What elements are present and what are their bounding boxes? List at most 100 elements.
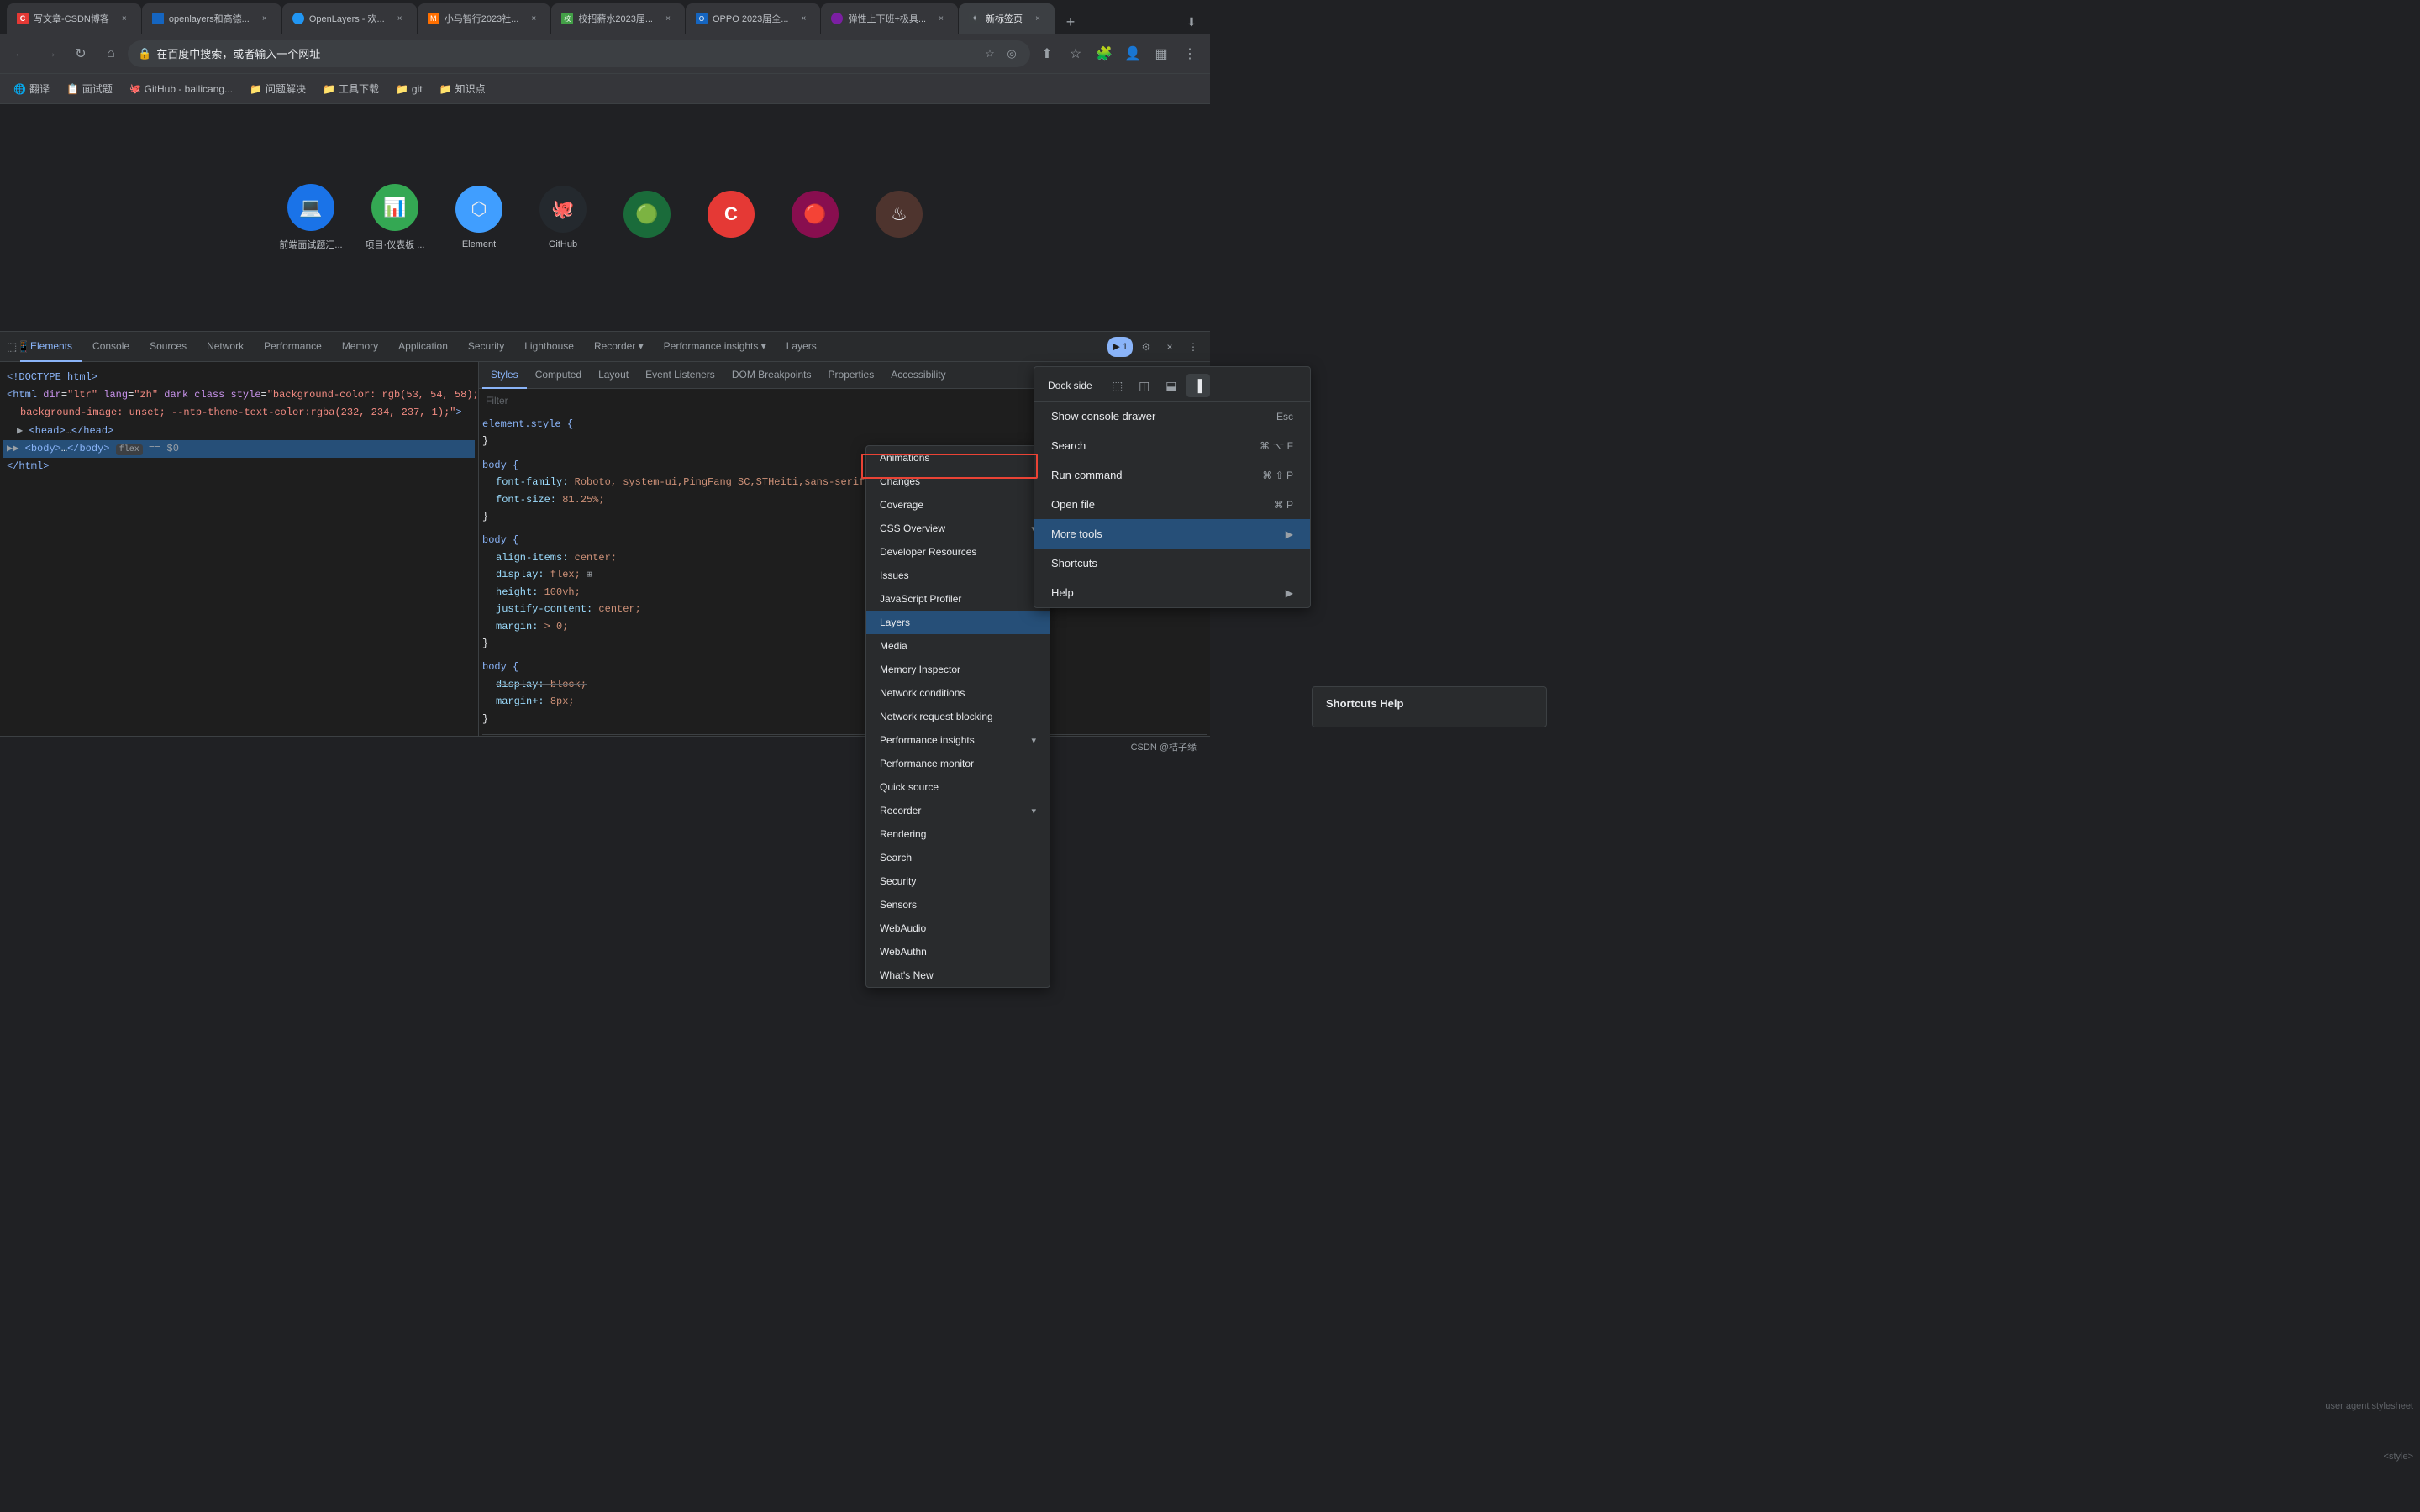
devtools-tab-recorder[interactable]: Recorder ▾ [584,332,654,362]
tab-close-xm[interactable]: × [527,12,540,25]
home-button[interactable]: ⌂ [97,40,124,67]
tab-school[interactable]: 校 校招薪水2023届... × [551,3,685,34]
html-line-head[interactable]: ▶ <head>…</head> [3,423,475,440]
bookmark-knowledge[interactable]: 📁 知识点 [433,78,492,99]
menu-item-whats-new[interactable]: What's New [866,963,1050,987]
bookmark-button[interactable]: ☆ [1062,40,1089,67]
menu-item-layers[interactable]: Layers [866,611,1050,634]
tab-search-button[interactable]: ⬇ [1180,10,1203,34]
styles-tab-layout[interactable]: Layout [590,362,637,389]
devtools-tab-performance-insights[interactable]: Performance insights ▾ [654,332,776,362]
menu-item-rendering[interactable]: Rendering [866,822,1050,846]
right-menu-help[interactable]: Help ▶ [1034,578,1310,607]
bookmark-interview[interactable]: 📋 面试题 [60,78,119,99]
back-button[interactable]: ← [7,40,34,67]
bookmark-translate[interactable]: 🌐 翻译 [7,78,56,99]
tab-openlayers2[interactable]: OpenLayers - 欢... × [282,3,417,34]
menu-item-recorder[interactable]: Recorder ▾ [866,799,1050,822]
elements-html[interactable]: <!DOCTYPE html> <html dir="ltr" lang="zh… [0,362,478,736]
bookmark-tools[interactable]: 📁 工具下载 [316,78,386,99]
dock-undock-button[interactable]: ⬚ [1106,374,1129,397]
menu-item-perf-insights[interactable]: Performance insights ▾ [866,728,1050,752]
tab-close-sc[interactable]: × [661,12,675,25]
menu-item-sensors[interactable]: Sensors [866,893,1050,916]
devtools-tab-network[interactable]: Network [197,332,254,362]
right-menu-run-command[interactable]: Run command ⌘ ⇧ P [1034,460,1310,490]
html-line-html[interactable]: <html dir="ltr" lang="zh" dark class sty… [3,386,475,404]
devtools-tab-memory[interactable]: Memory [332,332,388,362]
tab-xiaoma[interactable]: M 小马智行2023社... × [418,3,551,34]
menu-item-coverage[interactable]: Coverage [866,493,1050,517]
devtools-more-icon[interactable]: ⋮ [1183,337,1203,357]
menu-item-perf-monitor[interactable]: Performance monitor [866,752,1050,775]
menu-item-media[interactable]: Media [866,634,1050,658]
tab-close-oppo[interactable]: × [797,12,810,25]
new-tab-button[interactable]: + [1059,10,1082,34]
lens-icon[interactable]: ◎ [1003,45,1020,62]
devtools-tab-elements[interactable]: Elements [20,332,82,362]
tab-csdn[interactable]: C 写文章-CSDN博客 × [7,3,141,34]
tab-close-ol1[interactable]: × [258,12,271,25]
devtools-close-icon[interactable]: × [1160,337,1180,357]
profile-button[interactable]: 👤 [1119,40,1146,67]
menu-item-dev-resources[interactable]: Developer Resources [866,540,1050,564]
right-menu-show-console[interactable]: Show console drawer Esc [1034,402,1310,431]
styles-tab-accessibility[interactable]: Accessibility [882,362,954,389]
devtools-tab-lighthouse[interactable]: Lighthouse [514,332,584,362]
menu-item-search[interactable]: Search [866,846,1050,869]
menu-item-network-blocking[interactable]: Network request blocking [866,705,1050,728]
more-button[interactable]: ⋮ [1176,40,1203,67]
menu-item-webauthn[interactable]: WebAuthn [866,940,1050,963]
devtools-settings-icon[interactable]: ⚙ [1136,337,1156,357]
menu-item-css-overview[interactable]: CSS Overview ▾ [866,517,1050,540]
devtools-tab-console[interactable]: Console [82,332,139,362]
styles-tab-dom-breakpoints[interactable]: DOM Breakpoints [723,362,820,389]
tile-csdn2[interactable]: C [697,191,765,244]
menu-item-quick-source[interactable]: Quick source [866,775,1050,799]
tab-close-el[interactable]: × [934,12,948,25]
menu-item-animations[interactable]: Animations [866,446,1050,470]
devtools-tab-application[interactable]: Application [388,332,458,362]
bookmark-problems[interactable]: 📁 问题解决 [243,78,313,99]
styles-tab-styles[interactable]: Styles [482,362,527,389]
extension-button[interactable]: 🧩 [1091,40,1118,67]
tile-element[interactable]: ⬡ Element [445,186,513,249]
tab-close-ol2[interactable]: × [393,12,407,25]
right-menu-more-tools[interactable]: More tools ▶ [1034,519,1310,549]
forward-button[interactable]: → [37,40,64,67]
tab-elastic[interactable]: 弹性上下班+极具... × [821,3,958,34]
devtools-inspect-icon[interactable]: ⬚ [7,337,17,357]
tab-close-new[interactable]: × [1031,12,1044,25]
menu-item-js-profiler[interactable]: JavaScript Profiler [866,587,1050,611]
right-menu-search[interactable]: Search ⌘ ⌥ F [1034,431,1310,460]
styles-tab-computed[interactable]: Computed [527,362,590,389]
menu-item-webaudio[interactable]: WebAudio [866,916,1050,940]
address-input-wrap[interactable]: 🔒 在百度中搜索，或者输入一个网址 ☆ ◎ [128,40,1030,67]
reload-button[interactable]: ↻ [67,40,94,67]
devtools-tab-security[interactable]: Security [458,332,514,362]
tile-brown[interactable]: ♨ [865,191,933,244]
menu-item-memory-inspector[interactable]: Memory Inspector [866,658,1050,681]
tile-interview[interactable]: 💻 前端面试题汇... [277,184,345,251]
share-button[interactable]: ⬆ [1034,40,1060,67]
devtools-tab-sources[interactable]: Sources [139,332,197,362]
dock-bottom-button[interactable]: ⬓ [1160,374,1183,397]
right-menu-shortcuts[interactable]: Shortcuts [1034,549,1310,578]
menu-item-issues[interactable]: Issues [866,564,1050,587]
styles-tab-event-listeners[interactable]: Event Listeners [637,362,723,389]
tile-red[interactable]: 🔴 [781,191,849,244]
bookmark-github[interactable]: 🐙 GitHub - bailicang... [123,80,239,98]
dock-left-button[interactable]: ◫ [1133,374,1156,397]
tab-close-csdn[interactable]: × [118,12,131,25]
right-menu-open-file[interactable]: Open file ⌘ P [1034,490,1310,519]
tab-openlayers1[interactable]: openlayers和高德... × [142,3,281,34]
html-line-body[interactable]: ▶▶ <body>…</body> flex == $0 [3,440,475,458]
menu-item-network-conditions[interactable]: Network conditions [866,681,1050,705]
tab-oppo[interactable]: O OPPO 2023届全... × [686,3,820,34]
bookmark-star-icon[interactable]: ☆ [981,45,998,62]
styles-tab-properties[interactable]: Properties [820,362,883,389]
tile-dashboard[interactable]: 📊 项目·仪表板 ... [361,184,429,251]
devtools-tab-layers[interactable]: Layers [776,332,827,362]
tile-github[interactable]: 🐙 GitHub [529,186,597,249]
menu-item-security[interactable]: Security [866,869,1050,893]
